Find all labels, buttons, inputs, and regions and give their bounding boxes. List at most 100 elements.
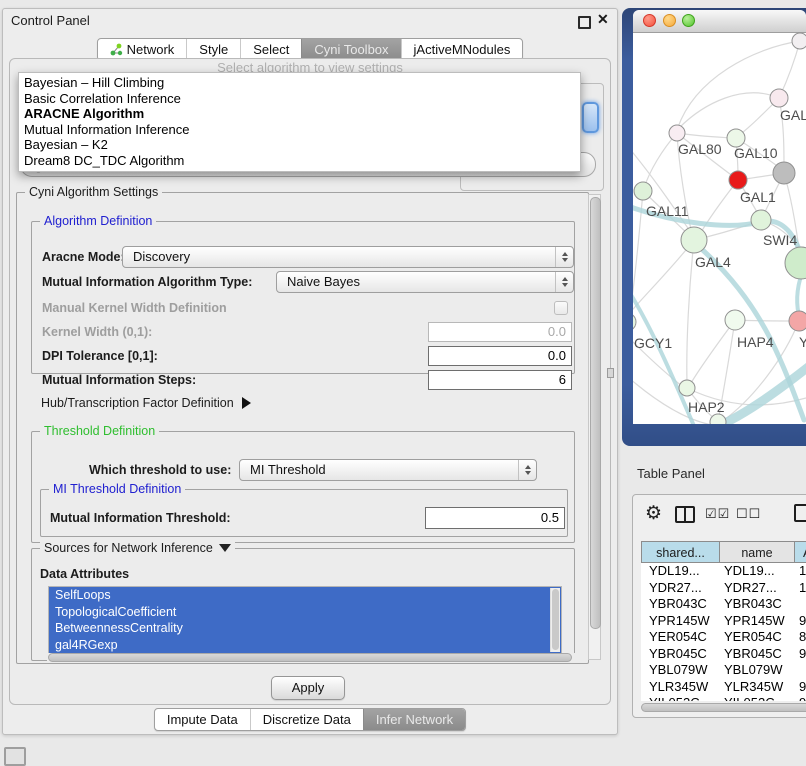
tab-select[interactable]: Select <box>240 39 301 60</box>
data-attribute-item[interactable]: BetweennessCentrality <box>49 620 561 637</box>
column-header-name[interactable]: name <box>719 541 795 563</box>
aracne-mode-label: Aracne Mode: <box>42 250 125 264</box>
algorithm-option[interactable]: ARACNE Algorithm <box>19 106 580 122</box>
network-node-gal80[interactable] <box>669 125 685 141</box>
split-pane-handle[interactable] <box>607 368 614 378</box>
network-node[interactable] <box>710 414 726 424</box>
screen: Control Panel ✕ Network Style Select <box>0 0 806 762</box>
expanded-arrow-icon <box>219 544 231 552</box>
algorithm-option[interactable]: Bayesian – K2 <box>19 137 580 153</box>
minimized-panel-icon[interactable] <box>4 747 26 766</box>
table-row[interactable]: YDL19...YDL19...13 <box>641 563 806 580</box>
network-node-gal4[interactable] <box>681 227 707 253</box>
close-icon[interactable]: ✕ <box>597 11 609 28</box>
kernel-width-label: Kernel Width (0,1): <box>42 325 152 339</box>
network-node-swi4[interactable] <box>785 247 806 279</box>
settings-group-title: Cyni Algorithm Settings <box>25 185 162 199</box>
table-horizontal-scrollbar[interactable] <box>641 703 806 713</box>
aracne-mode-combobox[interactable]: Discovery <box>122 246 574 268</box>
network-node-gal[interactable] <box>770 89 788 107</box>
table-row[interactable]: YBR043CYBR043C <box>641 596 806 613</box>
network-node-label: GAL11 <box>646 203 689 219</box>
table-cell: YBL079W <box>641 662 720 679</box>
hub-section-toggle[interactable]: Hub/Transcription Factor Definition <box>41 396 251 410</box>
list-vertical-scrollbar[interactable] <box>550 588 560 652</box>
algorithm-option[interactable]: Bayesian – Hill Climbing <box>19 75 580 91</box>
mi-threshold-field[interactable]: 0.5 <box>425 507 565 529</box>
float-window-icon[interactable] <box>578 16 591 29</box>
minimize-button[interactable] <box>663 14 676 27</box>
network-edge <box>633 240 694 316</box>
table-cell: YPR145W <box>641 613 720 630</box>
table-row[interactable]: YBL079WYBL079W <box>641 662 806 679</box>
table-row[interactable]: YIL052CYIL052C9. <box>641 695 806 701</box>
tab-impute-data[interactable]: Impute Data <box>155 709 250 730</box>
cyni-toolbox-panel: Select algorithm to view settings gal-fi… <box>9 58 611 705</box>
table-cell: YDL19... <box>641 563 720 580</box>
tab-network[interactable]: Network <box>98 39 187 60</box>
which-threshold-label: Which threshold to use: <box>89 463 231 477</box>
manual-kernel-width-checkbox[interactable] <box>554 301 568 315</box>
close-button[interactable] <box>643 14 656 27</box>
network-node-y[interactable] <box>789 311 806 331</box>
network-icon <box>110 43 123 56</box>
network-node-gal11[interactable] <box>634 182 652 200</box>
network-node[interactable] <box>729 171 747 189</box>
control-panel-window: Control Panel ✕ Network Style Select <box>2 8 618 735</box>
network-node-gcy1[interactable] <box>633 313 636 331</box>
tab-infer-network[interactable]: Infer Network <box>363 709 465 730</box>
network-node-hap4[interactable] <box>725 310 745 330</box>
algorithm-dropdown-list: Bayesian – Hill ClimbingBasic Correlatio… <box>18 72 581 172</box>
export-table-icon[interactable] <box>794 504 806 522</box>
table-cell: YER054C <box>641 629 720 646</box>
split-columns-icon[interactable] <box>675 506 695 523</box>
data-attribute-item[interactable]: TopologicalCoefficient <box>49 604 561 621</box>
column-header-shared-name[interactable]: shared... <box>641 541 720 563</box>
network-node[interactable] <box>792 33 806 49</box>
settings-horizontal-scrollbar[interactable] <box>47 653 575 663</box>
data-attribute-item[interactable]: SelfLoops <box>49 587 561 604</box>
algorithm-option[interactable]: Basic Correlation Inference <box>19 91 580 107</box>
data-attribute-item[interactable]: gal4RGexp <box>49 637 561 654</box>
table-cell: YPR145W <box>720 613 796 630</box>
table-row[interactable]: YDR27...YDR27...12 <box>641 580 806 597</box>
focused-combobox-spinner[interactable] <box>582 102 599 133</box>
column-header-partial[interactable]: A <box>794 541 806 563</box>
gear-icon[interactable]: ⚙ <box>645 504 662 524</box>
mi-algorithm-type-combobox[interactable]: Naive Bayes <box>276 271 574 293</box>
table-row[interactable]: YER054CYER054C8. <box>641 629 806 646</box>
kernel-width-field[interactable]: 0.0 <box>428 322 572 342</box>
cyni-bottom-tabbar: Impute Data Discretize Data Infer Networ… <box>3 708 617 731</box>
apply-button[interactable]: Apply <box>271 676 345 700</box>
threshold-definition-title: Threshold Definition <box>40 424 159 438</box>
network-node-gal1[interactable] <box>751 210 771 230</box>
dpi-tolerance-field[interactable]: 0.0 <box>428 346 572 366</box>
network-node[interactable] <box>773 162 795 184</box>
select-all-checks-icon[interactable]: ☑☑ <box>705 506 730 522</box>
table-cell: 9. <box>796 646 806 663</box>
settings-vertical-scrollbar[interactable] <box>588 194 601 660</box>
network-node-label: GAL4 <box>695 254 731 270</box>
tab-style[interactable]: Style <box>186 39 240 60</box>
tab-cyni-toolbox[interactable]: Cyni Toolbox <box>301 39 400 60</box>
network-node-hap2[interactable] <box>679 380 695 396</box>
table-row[interactable]: YBR045CYBR045C9. <box>641 646 806 663</box>
manual-kernel-width-label: Manual Kernel Width Definition <box>42 301 227 315</box>
table-row[interactable]: YPR145WYPR145W9. <box>641 613 806 630</box>
sources-group-title[interactable]: Sources for Network Inference <box>40 541 235 555</box>
algorithm-option[interactable]: Mutual Information Inference <box>19 122 580 138</box>
network-window-titlebar[interactable] <box>633 10 806 33</box>
deselect-all-checks-icon[interactable]: ☐☐ <box>736 506 761 522</box>
which-threshold-combobox[interactable]: MI Threshold <box>239 459 537 481</box>
table-cell: 8. <box>796 629 806 646</box>
network-canvas[interactable]: GALGAL80GAL10GAL1GAL11SWI4GAL4GCY1HAP4YH… <box>633 32 806 424</box>
mi-steps-field[interactable]: 6 <box>428 370 572 390</box>
table-row[interactable]: YLR345WYLR345W9. <box>641 679 806 696</box>
tab-discretize-data[interactable]: Discretize Data <box>250 709 363 730</box>
zoom-button[interactable] <box>682 14 695 27</box>
table-cell: YBL079W <box>720 662 796 679</box>
tab-jactivemnodules[interactable]: jActiveMNodules <box>401 39 523 60</box>
combo-spinner-icon <box>555 272 573 292</box>
network-edge <box>687 240 694 383</box>
algorithm-option[interactable]: Dream8 DC_TDC Algorithm <box>19 153 580 169</box>
